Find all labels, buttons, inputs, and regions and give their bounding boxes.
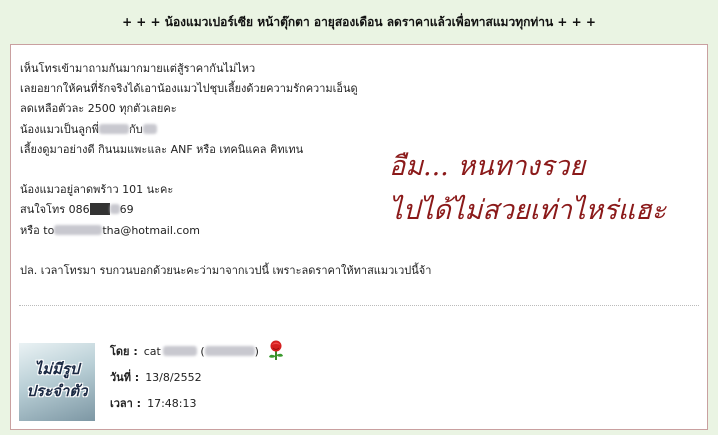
body-text-part: สนใจโทร 086 [20, 203, 90, 217]
post-meta: โดย : cat () วันที่ : 13/8/2552 เวลา : 1… [110, 338, 287, 416]
annotation-line: อืม... หนทางรวย [389, 151, 586, 182]
time-value: 17:48:13 [147, 396, 197, 410]
author-name: cat [143, 344, 161, 358]
body-line: น้องแมวอยู่ลาดพร้าว 101 นะคะ [20, 183, 174, 197]
email-link[interactable]: tha@hotmail.com [102, 224, 200, 237]
body-text-part: หรือ to [20, 223, 55, 237]
date-value: 13/8/2552 [145, 370, 202, 384]
body-line: สนใจโทร 086 69 [20, 200, 440, 220]
post-body: เห็นโทรเข้ามาถามกันมากมายแต่สู้ราคากันไม… [20, 59, 440, 281]
time-label: เวลา : [110, 397, 142, 410]
annotation-line: ไปได้ไม่สวยเท่าไหร่แฮะ [389, 195, 667, 226]
redacted-text [89, 203, 110, 216]
post-title: + + + น้องแมวเปอร์เซีย หน้าตุ๊กตา อายุสอ… [122, 14, 596, 29]
blurred-text [54, 224, 103, 235]
body-line: เห็นโทรเข้ามาถามกันมากมายแต่สู้ราคากันไม… [20, 62, 256, 75]
post-content-box: เห็นโทรเข้ามาถามกันมากมายแต่สู้ราคากันไม… [10, 44, 708, 430]
body-text-part: น้องแมวเป็นลูกพี่ [20, 122, 99, 136]
meta-date-row: วันที่ : 13/8/2552 [110, 364, 287, 390]
blurred-text [204, 346, 255, 356]
body-text-part: 69 [119, 203, 134, 217]
divider [19, 305, 699, 306]
date-label: วันที่ : [110, 371, 140, 384]
meta-time-row: เวลา : 17:48:13 [110, 390, 287, 416]
blurred-text [109, 204, 120, 215]
blurred-text [142, 123, 157, 134]
avatar-text-line: ประจำตัว [26, 382, 88, 400]
blurred-text [162, 346, 197, 356]
body-text-part: กับ [128, 122, 143, 136]
body-line: ปล. เวลาโทรมา รบกวนบอกด้วยนะคะว่ามาจากเว… [20, 263, 432, 277]
avatar-text: ไม่มีรูป ประจำตัว [19, 358, 95, 402]
avatar: ไม่มีรูป ประจำตัว [19, 343, 95, 421]
author-paren: ( [196, 344, 205, 358]
handwritten-annotation: อืม... หนทางรวย ไปได้ไม่สวยเท่าไหร่แฮะ [389, 145, 689, 233]
author-label: โดย : [110, 345, 138, 358]
meta-author-row: โดย : cat () [110, 338, 287, 364]
body-line: น้องแมวเป็นลูกพี่ กับ [20, 120, 440, 140]
body-line: หรือ to tha@hotmail.com [20, 221, 440, 241]
avatar-text-line: ไม่มีรูป [34, 360, 80, 378]
author-paren: ) [254, 344, 259, 358]
body-line: เลยอยากให้คนที่รักจริงได้เอาน้องแมวไปชุบ… [20, 82, 358, 96]
blurred-text [98, 123, 129, 134]
body-line: ลดเหลือตัวละ 2500 ทุกตัวเลยคะ [20, 102, 177, 116]
body-line: เลี้ยงดูมาอย่างดี กินนมแพะและ ANF หรือ เ… [20, 142, 304, 156]
rose-icon [265, 339, 287, 364]
